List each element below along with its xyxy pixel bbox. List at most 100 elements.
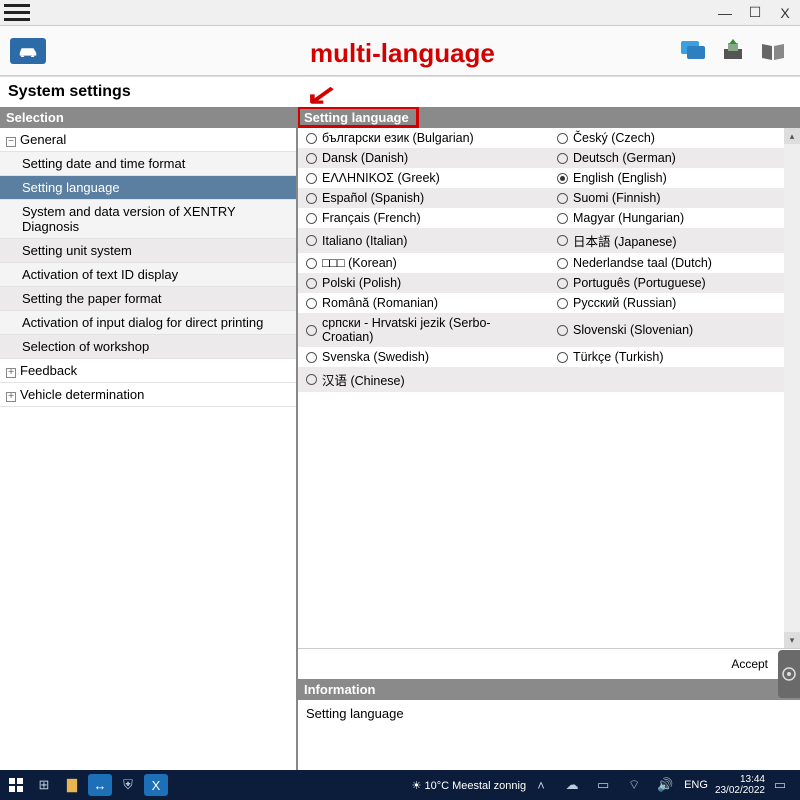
language-option[interactable]: български език (Bulgarian) <box>298 128 549 148</box>
scroll-up-icon[interactable]: ▴ <box>784 128 800 144</box>
radio-icon[interactable] <box>557 352 568 363</box>
language-option[interactable]: Nederlandse taal (Dutch) <box>549 253 800 273</box>
language-option[interactable]: Český (Czech) <box>549 128 800 148</box>
language-option[interactable]: 汉语 (Chinese) <box>298 367 549 392</box>
tray-cloud-icon[interactable]: ☁ <box>560 774 584 796</box>
language-label: Română (Romanian) <box>322 296 438 310</box>
vehicle-icon[interactable] <box>10 38 46 64</box>
app-x-icon[interactable]: X <box>144 774 168 796</box>
language-option[interactable]: Magyar (Hungarian) <box>549 208 800 228</box>
weather-widget[interactable]: ☀ 10°C Meestal zonnig <box>412 779 527 792</box>
radio-icon[interactable] <box>557 133 568 144</box>
sidebar-header: Selection <box>0 107 296 128</box>
radio-icon[interactable] <box>557 173 568 184</box>
radio-icon[interactable] <box>306 298 317 309</box>
radio-icon[interactable] <box>306 374 317 385</box>
language-label: Magyar (Hungarian) <box>573 211 684 225</box>
radio-icon[interactable] <box>306 325 317 336</box>
radio-icon[interactable] <box>306 235 317 246</box>
tree-item[interactable]: Activation of text ID display <box>0 263 296 287</box>
chat-icon[interactable] <box>676 36 710 66</box>
radio-icon[interactable] <box>557 278 568 289</box>
language-option[interactable]: English (English) <box>549 168 800 188</box>
language-option[interactable]: Italiano (Italian) <box>298 228 549 253</box>
maximize-button[interactable]: ☐ <box>740 4 770 21</box>
language-option[interactable]: Türkçe (Turkish) <box>549 347 800 367</box>
tree-item[interactable]: −General <box>0 128 296 152</box>
explorer-icon[interactable]: ▇ <box>60 774 84 796</box>
language-option[interactable]: Slovenski (Slovenian) <box>549 313 800 347</box>
radio-icon[interactable] <box>306 213 317 224</box>
tree-item[interactable]: Activation of input dialog for direct pr… <box>0 311 296 335</box>
radio-icon[interactable] <box>306 352 317 363</box>
close-button[interactable]: X <box>770 5 800 21</box>
language-option[interactable]: Polski (Polish) <box>298 273 549 293</box>
language-option[interactable]: ΕΛΛΗΝΙΚΟΣ (Greek) <box>298 168 549 188</box>
notifications-icon[interactable]: ▭ <box>768 774 792 796</box>
support-tab[interactable] <box>778 650 800 698</box>
scroll-down-icon[interactable]: ▾ <box>784 632 800 648</box>
radio-icon[interactable] <box>306 133 317 144</box>
language-option[interactable]: Dansk (Danish) <box>298 148 549 168</box>
radio-icon[interactable] <box>557 213 568 224</box>
minimize-button[interactable]: — <box>710 5 740 21</box>
print-icon[interactable] <box>716 36 750 66</box>
radio-icon[interactable] <box>306 193 317 204</box>
expander-icon[interactable]: + <box>6 392 16 402</box>
shield-icon[interactable]: ⛨ <box>116 774 140 796</box>
radio-icon[interactable] <box>557 153 568 164</box>
radio-icon[interactable] <box>557 258 568 269</box>
tree-item-label: Vehicle determination <box>20 387 144 402</box>
radio-icon[interactable] <box>306 258 317 269</box>
language-option[interactable]: □□□ (Korean) <box>298 253 549 273</box>
language-option[interactable]: Suomi (Finnish) <box>549 188 800 208</box>
language-option[interactable]: Română (Romanian) <box>298 293 549 313</box>
language-option[interactable]: Svenska (Swedish) <box>298 347 549 367</box>
tree-item[interactable]: Setting the paper format <box>0 287 296 311</box>
teamviewer-icon[interactable]: ↔ <box>88 774 112 796</box>
radio-icon[interactable] <box>557 298 568 309</box>
language-label: Svenska (Swedish) <box>322 350 429 364</box>
tree-item[interactable]: Setting language <box>0 176 296 200</box>
tree-item[interactable]: Selection of workshop <box>0 335 296 359</box>
tray-volume-icon[interactable]: 🔊 <box>653 774 677 796</box>
accept-button[interactable]: Accept <box>721 655 778 673</box>
language-option[interactable]: Deutsch (German) <box>549 148 800 168</box>
language-label: Nederlandse taal (Dutch) <box>573 256 712 270</box>
radio-icon[interactable] <box>306 278 317 289</box>
radio-icon[interactable] <box>557 193 568 204</box>
scrollbar[interactable]: ▴ ▾ <box>784 128 800 648</box>
taskview-icon[interactable]: ⊞ <box>32 774 56 796</box>
language-option[interactable]: Español (Spanish) <box>298 188 549 208</box>
tree-item[interactable]: +Feedback <box>0 359 296 383</box>
expander-icon[interactable]: − <box>6 137 16 147</box>
radio-icon[interactable] <box>557 235 568 246</box>
language-label: српски - Hrvatski jezik (Serbo-Croatian) <box>322 316 541 344</box>
settings-tree: −General Setting date and time format Sett… <box>0 128 296 770</box>
radio-icon[interactable] <box>306 173 317 184</box>
tree-item[interactable]: Setting date and time format <box>0 152 296 176</box>
tree-item[interactable]: Setting unit system <box>0 239 296 263</box>
radio-icon[interactable] <box>306 153 317 164</box>
language-option[interactable]: Français (French) <box>298 208 549 228</box>
tree-item-label: Setting date and time format <box>22 156 185 171</box>
menu-icon[interactable] <box>4 3 30 23</box>
language-option[interactable]: српски - Hrvatski jezik (Serbo-Croatian) <box>298 313 549 347</box>
tray-battery-icon[interactable]: ▭ <box>591 774 615 796</box>
tree-item[interactable]: System and data version of XENTRY Diagno… <box>0 200 296 239</box>
tree-item-label: Setting the paper format <box>22 291 161 306</box>
tray-chevron-icon[interactable]: ˄ <box>529 774 553 796</box>
tree-item[interactable]: + Vehicle determination <box>0 383 296 407</box>
tray-language[interactable]: ENG <box>684 779 708 791</box>
tray-wifi-icon[interactable]: ⌔ <box>622 774 646 796</box>
language-option[interactable]: Русский (Russian) <box>549 293 800 313</box>
language-label: Türkçe (Turkish) <box>573 350 664 364</box>
language-option[interactable]: Português (Portuguese) <box>549 273 800 293</box>
language-option[interactable]: 日本語 (Japanese) <box>549 228 800 253</box>
radio-icon[interactable] <box>557 325 568 336</box>
tray-clock[interactable]: 13:4423/02/2022 <box>715 774 765 796</box>
expander-icon[interactable]: + <box>6 368 16 378</box>
book-icon[interactable] <box>756 36 790 66</box>
start-button[interactable] <box>4 774 28 796</box>
language-row: Italiano (Italian)日本語 (Japanese) <box>298 228 800 253</box>
